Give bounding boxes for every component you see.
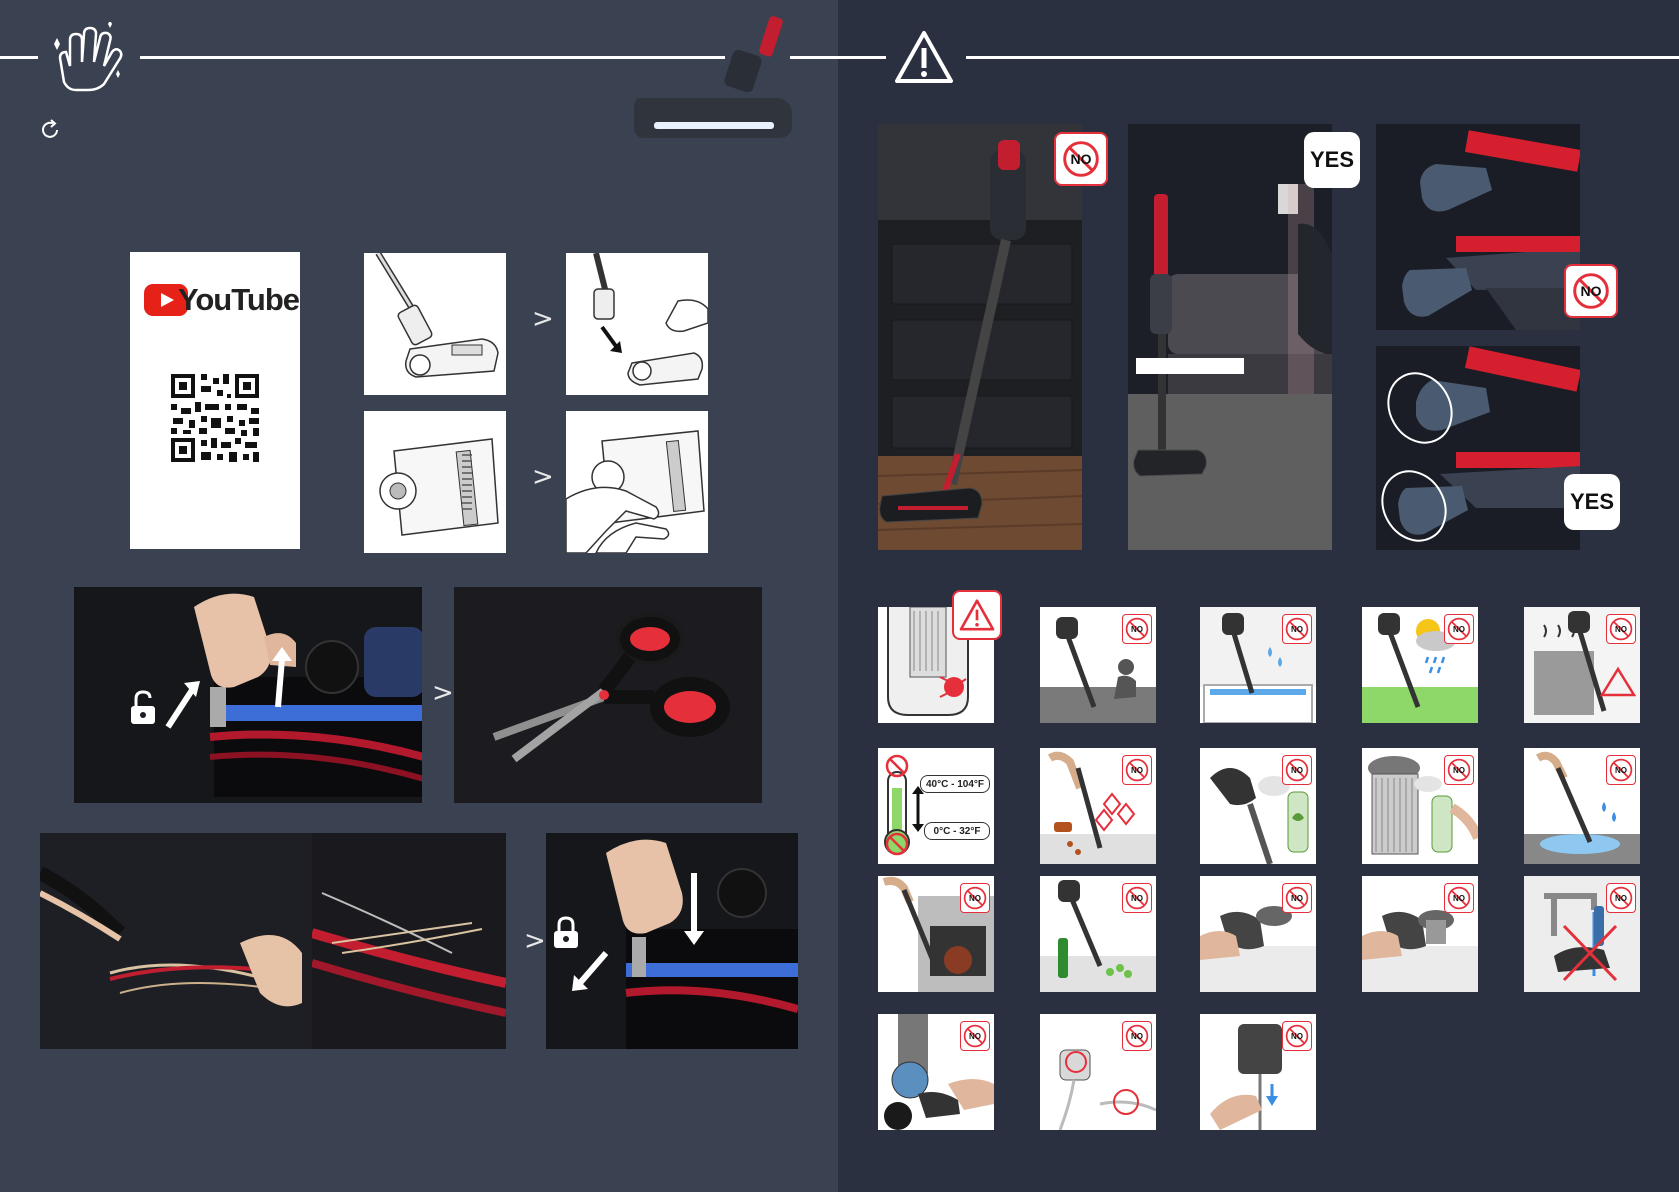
no-badge-6: NO (1606, 614, 1636, 644)
lock-icon (552, 916, 580, 950)
step-drawing-4 (566, 411, 708, 553)
no-badge-10: NO (1606, 755, 1636, 785)
left-page: YouTube > > > > (0, 0, 838, 1192)
no-badge-18-text: NO (1291, 1031, 1303, 1041)
standing-vacuum-photo (1128, 124, 1332, 550)
step-arrow-1: > (532, 304, 554, 334)
no-badge-17-text: NO (1131, 1031, 1143, 1041)
no-badge-8: NO (1282, 755, 1312, 785)
step-arrow-2: > (532, 462, 554, 492)
no-badge-1: NO (1054, 132, 1108, 186)
attachment-photo-3 (1376, 346, 1580, 448)
no-badge-9-text: NO (1453, 765, 1465, 775)
temperature-low-label: 0°C - 32°F (924, 822, 990, 840)
header-rule-left (0, 56, 38, 59)
step-drawing-2 (566, 253, 708, 395)
youtube-brand-text: YouTube (178, 282, 300, 317)
cut-hair-closeup-photo (312, 833, 506, 1049)
warning-triangle-icon (894, 30, 954, 84)
qr-code-icon[interactable] (169, 372, 261, 464)
no-badge-7: NO (1122, 755, 1152, 785)
leaning-vacuum-photo (878, 124, 1082, 550)
step-drawing-1 (364, 253, 506, 395)
no-badge-16: NO (960, 1021, 990, 1051)
no-badge-2-text: NO (1580, 283, 1602, 299)
no-badge-16-text: NO (969, 1031, 981, 1041)
no-badge-4-text: NO (1291, 624, 1303, 634)
step-arrow-3: > (432, 678, 454, 708)
warning-badge-triangle (952, 590, 1002, 640)
yes-badge-2: YES (1564, 474, 1620, 530)
temperature-range-tile (878, 748, 994, 864)
cutting-hair-photo (40, 833, 312, 1049)
attachment-photo-2 (1376, 228, 1580, 330)
no-badge-14-text: NO (1453, 893, 1465, 903)
no-badge-13-text: NO (1291, 893, 1303, 903)
no-badge-11-text: NO (969, 893, 981, 903)
refresh-icon (38, 118, 62, 142)
step-arrow-4: > (524, 926, 546, 956)
no-badge-9: NO (1444, 755, 1474, 785)
yes-badge-1: YES (1304, 132, 1360, 188)
no-badge-2: NO (1564, 264, 1618, 318)
no-badge-17: NO (1122, 1021, 1152, 1051)
unlock-icon (128, 690, 158, 726)
header-rule-right-2 (966, 56, 1679, 59)
no-badge-8-text: NO (1291, 765, 1303, 775)
right-page: NO YES NO YES NO NO NO NO 40°C - 104°F 0… (838, 0, 1679, 1192)
youtube-card[interactable]: YouTube (130, 252, 300, 549)
no-badge-12-text: NO (1131, 893, 1143, 903)
no-badge-10-text: NO (1615, 765, 1627, 775)
step-drawing-3 (364, 411, 506, 553)
yes-badge-1-text: YES (1309, 147, 1355, 172)
no-badge-11: NO (960, 883, 990, 913)
no-badge-15: NO (1606, 883, 1636, 913)
no-badge-5: NO (1444, 614, 1474, 644)
scissors-photo (454, 587, 762, 803)
yes-badge-2-text: YES (1569, 489, 1615, 514)
no-badge-5-text: NO (1453, 624, 1465, 634)
vacuum-head-image (630, 16, 800, 142)
attachment-photo-1 (1376, 124, 1580, 228)
no-badge-12: NO (1122, 883, 1152, 913)
attachment-photo-4 (1376, 448, 1580, 550)
brush-lock-photo (546, 833, 798, 1049)
no-badge-3: NO (1122, 614, 1152, 644)
no-badge-1-text: NO (1070, 151, 1092, 167)
no-badge-13: NO (1282, 883, 1312, 913)
temperature-high-label: 40°C - 104°F (920, 775, 990, 793)
no-badge-18: NO (1282, 1021, 1312, 1051)
no-badge-15-text: NO (1615, 893, 1627, 903)
brush-unlock-photo (74, 587, 422, 803)
header-rule-right-1 (838, 56, 886, 59)
no-badge-4: NO (1282, 614, 1312, 644)
no-badge-6-text: NO (1615, 624, 1627, 634)
no-badge-7-text: NO (1131, 765, 1143, 775)
no-badge-14: NO (1444, 883, 1474, 913)
hand-cleaning-icon (50, 20, 126, 94)
no-badge-3-text: NO (1131, 624, 1143, 634)
